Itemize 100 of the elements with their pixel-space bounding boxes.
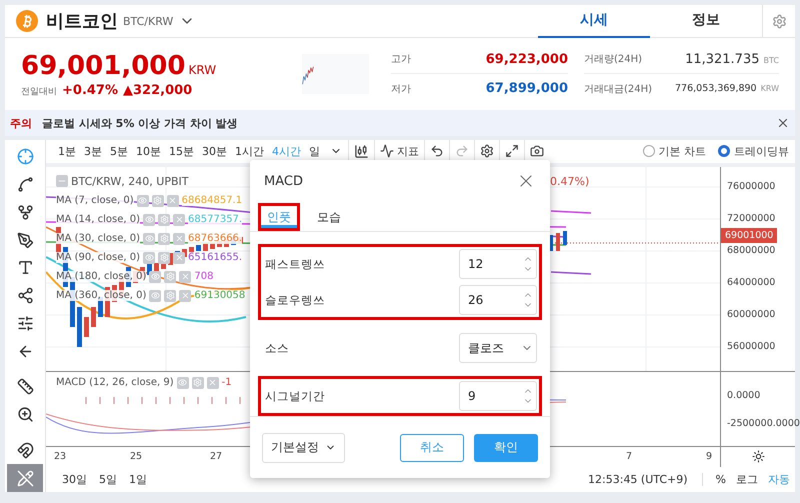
- notice-tag: 주의: [10, 116, 32, 130]
- interval-tab[interactable]: 15분: [165, 144, 198, 159]
- macd-tick: 0.0000: [727, 390, 760, 401]
- stat-value: 776,053,369,890: [675, 83, 757, 94]
- undo-icon: [430, 144, 444, 158]
- candlestick-icon: [354, 144, 369, 159]
- interval-tab[interactable]: 5분: [106, 144, 132, 159]
- stat-value: 11,321.735: [685, 52, 760, 66]
- price-tick: 56000000: [727, 340, 776, 352]
- scale-option[interactable]: %: [710, 472, 731, 486]
- stat-value: 69,223,000: [486, 52, 568, 66]
- market-pair: BTC/KRW: [123, 14, 174, 28]
- range-button[interactable]: 1일: [123, 472, 153, 487]
- time-tick: 27: [210, 450, 222, 462]
- interval-tab[interactable]: 일: [305, 144, 324, 159]
- study-value: 69130058: [194, 290, 246, 302]
- candle: [563, 230, 567, 245]
- time-tick: 23: [54, 450, 66, 462]
- change-label: 전일대비: [21, 86, 57, 98]
- stat-label: 거래대금(24H): [584, 82, 652, 96]
- candle: [91, 306, 96, 327]
- current-price: 69,001,000: [21, 50, 186, 80]
- macd-tick: -2500000.0000: [727, 418, 800, 429]
- chart-mode-radio[interactable]: 기본 차트: [636, 144, 712, 159]
- interval-tab[interactable]: 1시간: [231, 144, 268, 159]
- camera-icon: [530, 144, 544, 158]
- stat-label: 저가: [391, 82, 411, 96]
- stat-label: 고가: [391, 53, 411, 66]
- close-icon[interactable]: [173, 252, 186, 264]
- legend-title: BTC/KRW, 240, UPBIT: [71, 174, 188, 188]
- source-dropdown[interactable]: 클로즈: [459, 333, 537, 363]
- study-value: 68577357.: [188, 214, 242, 226]
- time-tick: 7: [626, 450, 632, 462]
- stat-unit: KRW: [760, 84, 779, 93]
- price-tick: 64000000: [727, 276, 776, 288]
- legend-change: 0.47%): [550, 174, 590, 188]
- wave-icon: [380, 144, 394, 158]
- time-tick: 9: [706, 450, 712, 462]
- collapse-icon[interactable]: [56, 175, 68, 188]
- sparkline-drawing: [302, 54, 369, 94]
- defaults-dropdown[interactable]: 기본설정: [262, 432, 345, 462]
- time-tick: 25: [130, 450, 142, 462]
- candle: [84, 316, 89, 337]
- price-tick: 76000000: [727, 180, 776, 192]
- study-value: 65161655.: [188, 252, 242, 264]
- study-value: 68684857.1: [182, 195, 242, 206]
- field-label: 시그널기간: [265, 388, 325, 404]
- change-amount: ▲322,000: [123, 82, 192, 98]
- study-label[interactable]: MA (30, close, 0): [56, 233, 140, 244]
- number-field[interactable]: 12: [459, 249, 537, 279]
- expand-icon: [505, 144, 519, 158]
- clock-text: 12:53:45 (UTC+9): [588, 472, 703, 486]
- stat-value: 67,899,000: [486, 81, 568, 96]
- tab[interactable]: 정보: [650, 4, 762, 38]
- interval-tab[interactable]: 30분: [198, 144, 231, 159]
- stat-unit: BTC: [764, 56, 779, 64]
- tab[interactable]: 시세: [538, 4, 650, 38]
- settings-icon: [772, 14, 786, 28]
- coin-name: 비트코인: [46, 10, 118, 33]
- price-tick: 60000000: [727, 308, 776, 320]
- notice-text: 글로벌 시세와 5% 이상 가격 차이 발생: [42, 116, 238, 130]
- field-label: 패스트렝쓰: [265, 256, 325, 272]
- study-label[interactable]: MACD (12, 26, close, 9): [56, 377, 174, 388]
- redo-icon: [455, 144, 469, 158]
- study-label[interactable]: MA (180, close, 0): [56, 271, 146, 282]
- field-label: 슬로우렝쓰: [265, 292, 325, 308]
- settings-icon: [480, 144, 494, 158]
- moving-average-line: [550, 270, 592, 274]
- study-value: 68763666.: [188, 233, 242, 244]
- close-icon[interactable]: [776, 116, 790, 130]
- dialog-tab[interactable]: 모습: [308, 203, 350, 231]
- candle: [556, 232, 560, 251]
- interval-tab[interactable]: 10분: [132, 144, 165, 159]
- dialog-title: MACD: [264, 174, 303, 188]
- price-tick: 72000000: [727, 212, 776, 224]
- eye-icon[interactable]: [149, 270, 162, 283]
- range-button[interactable]: 30일: [56, 472, 93, 487]
- bitcoin-logo: [16, 10, 38, 32]
- interval-tab[interactable]: 3분: [80, 144, 106, 159]
- candle: [154, 262, 159, 271]
- candle: [196, 244, 201, 251]
- study-label[interactable]: MA (90, close, 0): [56, 252, 140, 264]
- study-label[interactable]: MA (7, close, 0): [56, 195, 134, 206]
- number-field[interactable]: 9: [459, 381, 537, 411]
- range-button[interactable]: 5일: [93, 472, 123, 487]
- price-unit: KRW: [188, 62, 216, 76]
- settings-icon[interactable]: [752, 450, 764, 464]
- change-percent: +0.47%: [62, 82, 118, 98]
- field-label: 소스: [265, 340, 289, 356]
- price-tick: 68000000: [727, 244, 776, 256]
- stat-label: 거래량(24H): [584, 53, 642, 66]
- study-value: 708: [194, 271, 214, 282]
- interval-tab[interactable]: 1분: [54, 144, 80, 159]
- scale-option[interactable]: 로그: [731, 472, 763, 487]
- study-label[interactable]: MA (360, close, 0): [56, 290, 146, 302]
- candle: [77, 306, 82, 347]
- study-label[interactable]: MA (14, close, 0): [56, 214, 140, 226]
- number-field[interactable]: 26: [459, 285, 537, 315]
- last-price-label: 69001000: [721, 228, 778, 243]
- chart-mode-radio[interactable]: 트레이딩뷰: [712, 144, 795, 159]
